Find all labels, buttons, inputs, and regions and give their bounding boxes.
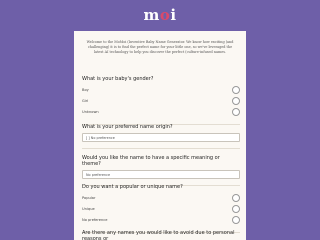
option-unique[interactable]: Unique [82, 204, 240, 215]
option-label: Unique [82, 207, 95, 211]
option-label: No preference [82, 218, 108, 222]
question-gender: What is your baby's gender? Boy Girl Unk… [82, 76, 240, 125]
select-value: [ ] No preference [86, 135, 115, 140]
logo-prefix: m [143, 6, 160, 24]
select-value: No preference [86, 172, 111, 177]
intro-text: Welcome to the MoMoi (Inventive Baby Nam… [86, 40, 234, 54]
radio-button[interactable] [232, 194, 240, 202]
radio-button[interactable] [232, 86, 240, 94]
origin-select[interactable]: [ ] No preference [82, 133, 240, 142]
question-label: Are there any names you would like to av… [82, 230, 235, 240]
question-label: Would you like the name to have a specif… [82, 155, 220, 167]
question-popularity: Do you want a popular or unique name? Po… [82, 184, 240, 233]
option-label: Popular [82, 196, 96, 200]
question-meaning: Would you like the name to have a specif… [82, 155, 240, 186]
option-unknown[interactable]: Unknown [82, 107, 240, 118]
question-label: What is your preferred name origin? [82, 124, 173, 130]
option-boy[interactable]: Boy [82, 85, 240, 96]
option-no-preference[interactable]: No preference [82, 215, 240, 226]
question-avoid: Are there any names you would like to av… [82, 230, 240, 240]
radio-button[interactable] [232, 216, 240, 224]
app-logo: moi [0, 6, 320, 24]
logo-accent: o [159, 6, 171, 24]
question-label: Do you want a popular or unique name? [82, 184, 183, 190]
divider [82, 148, 240, 149]
option-label: Unknown [82, 110, 99, 114]
logo-suffix: i [170, 6, 177, 24]
questionnaire-card: Welcome to the MoMoi (Inventive Baby Nam… [74, 31, 246, 240]
radio-button[interactable] [232, 205, 240, 213]
question-origin: What is your preferred name origin? [ ] … [82, 124, 240, 149]
radio-button[interactable] [232, 97, 240, 105]
question-label: What is your baby's gender? [82, 76, 154, 82]
option-label: Girl [82, 99, 89, 103]
radio-button[interactable] [232, 108, 240, 116]
option-girl[interactable]: Girl [82, 96, 240, 107]
option-label: Boy [82, 88, 89, 92]
meaning-select[interactable]: No preference [82, 170, 240, 179]
option-popular[interactable]: Popular [82, 193, 240, 204]
